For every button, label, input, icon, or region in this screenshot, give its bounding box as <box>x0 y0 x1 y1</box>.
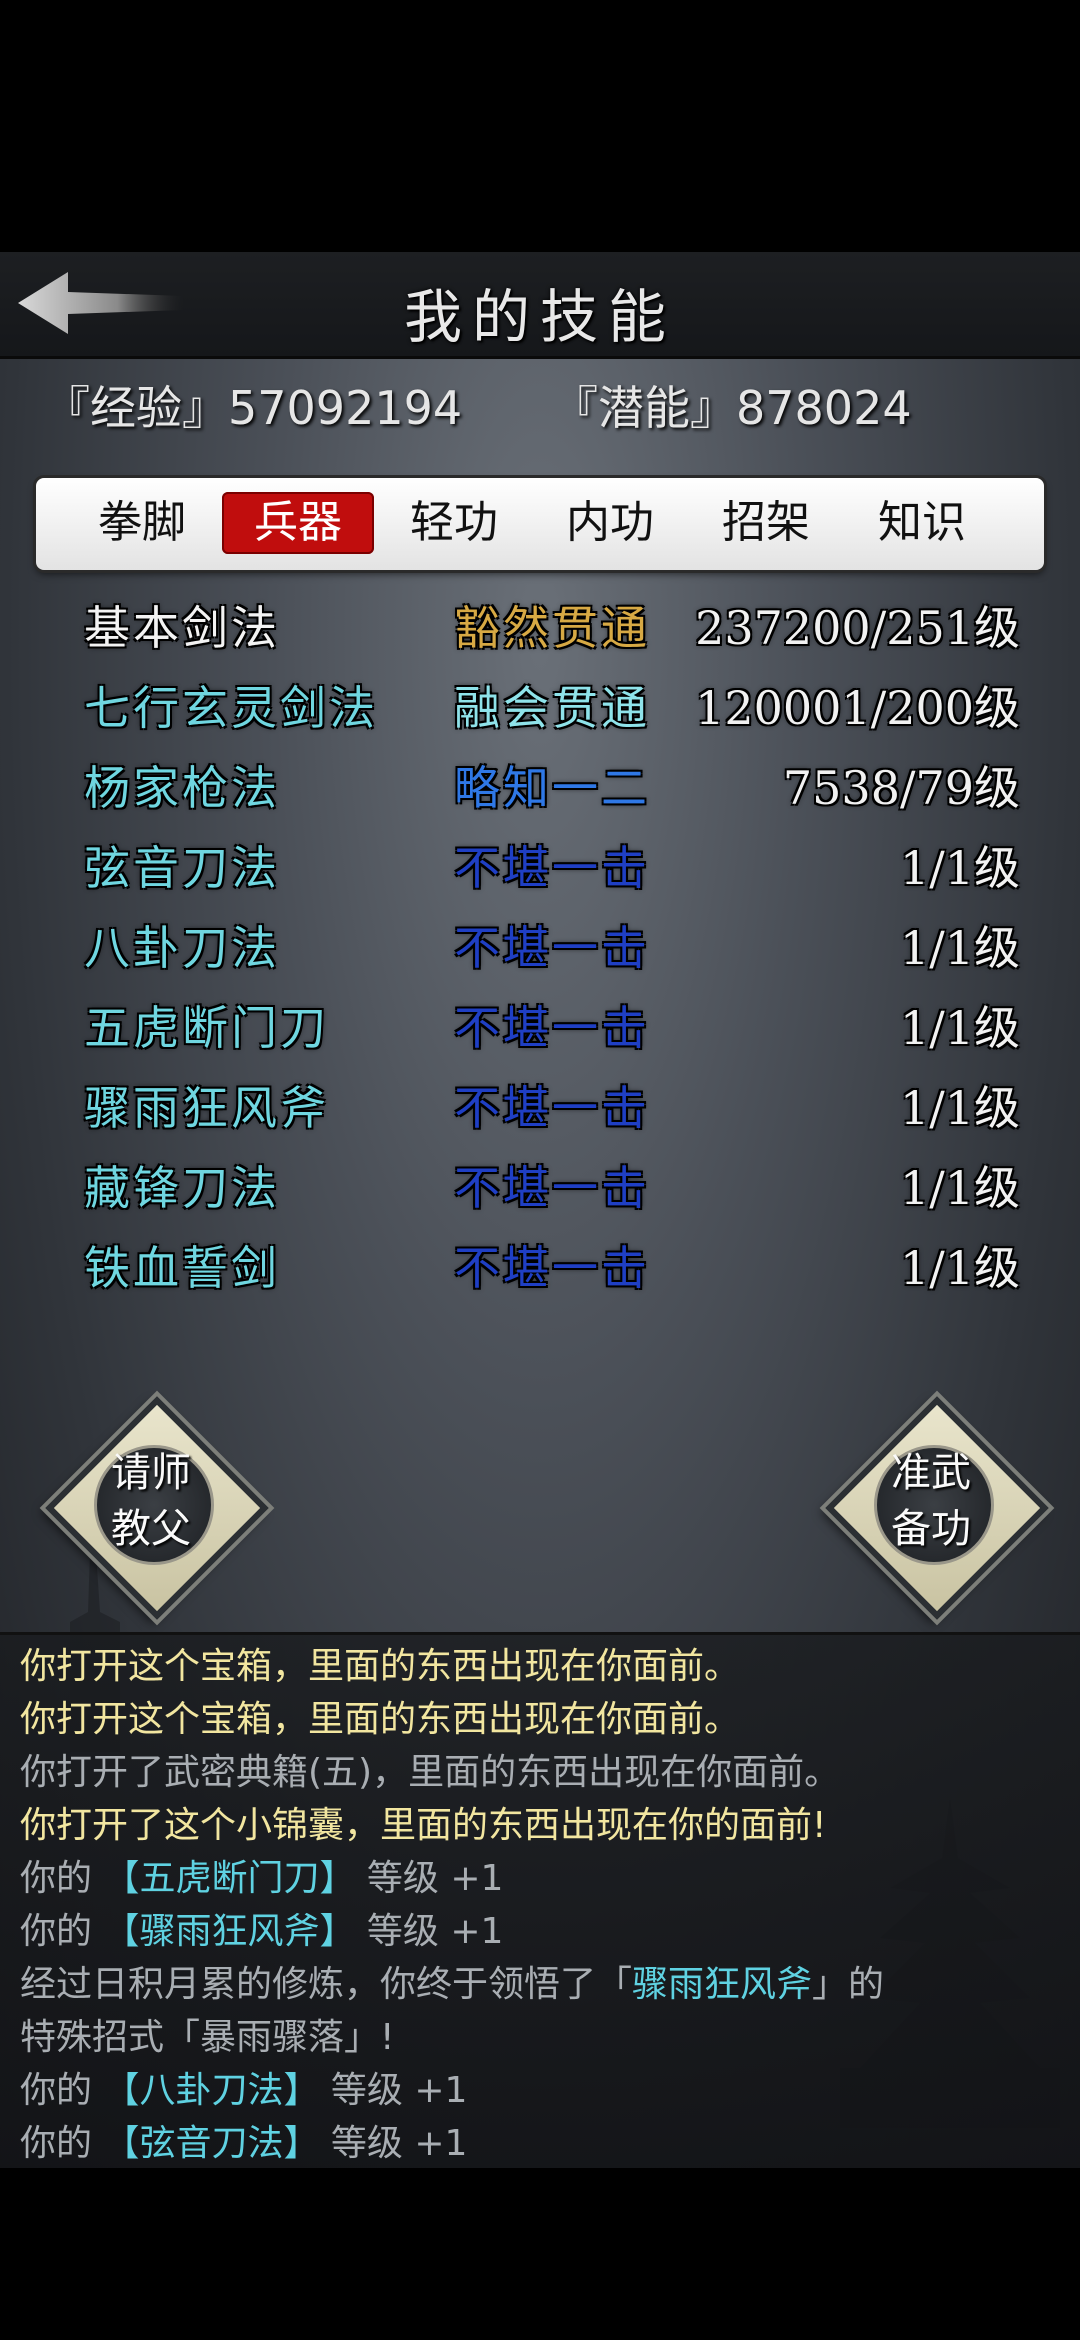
tab-weapon[interactable]: 兵器 <box>222 492 374 554</box>
header-bar: 我的技能 <box>0 252 1080 359</box>
skill-level: 1/1级 <box>899 841 1020 895</box>
log-segment: 等级 +1 <box>355 1911 504 1952</box>
log-line: 你的 【骤雨狂风斧】 等级 +1 <box>20 1906 503 1958</box>
potential-stat: 『潜能』878024 <box>552 372 912 438</box>
log-segment: 你的 <box>20 1858 104 1899</box>
skill-row[interactable]: 弦音刀法 不堪一击 1/1级 <box>0 832 1080 912</box>
game-screen: 我的技能 『经验』57092194 『潜能』878024 拳脚 兵器 轻功 内功… <box>0 252 1080 2168</box>
log-line: 你的 【五虎断门刀】 等级 +1 <box>20 1853 503 1905</box>
log-segment: 你的 <box>20 1911 104 1952</box>
skill-grade: 不堪一击 <box>454 841 650 895</box>
skill-grade: 豁然贯通 <box>454 601 650 655</box>
skill-row[interactable]: 骤雨狂风斧 不堪一击 1/1级 <box>0 1072 1080 1152</box>
log-line: 你的 【弦音刀法】 等级 +1 <box>20 2118 467 2168</box>
log-segment: 」的 <box>812 1964 885 2005</box>
ask-master-label-line1: 请师 <box>111 1450 191 1496</box>
skill-grade: 略知一二 <box>454 761 650 815</box>
exp-stat: 『经验』57092194 <box>44 372 462 438</box>
log-segment: 你打开这个宝箱，里面的东西出现在你面前。 <box>20 1699 741 1740</box>
exp-label: 『经验』 <box>44 381 228 435</box>
log-segment: 你的 <box>20 2070 104 2111</box>
skill-name: 弦音刀法 <box>84 841 280 895</box>
exp-value: 57092194 <box>228 381 463 435</box>
log-segment: 你的 <box>20 2123 104 2164</box>
log-segment: 等级 +1 <box>319 2123 468 2164</box>
log-segment: 特殊招式「暴雨骤落」! <box>20 2017 395 2058</box>
log-segment: 等级 +1 <box>355 1858 504 1899</box>
log-line: 你打开了这个小锦囊，里面的东西出现在你的面前! <box>20 1800 826 1852</box>
tab-knowledge[interactable]: 知识 <box>846 492 998 554</box>
skill-name: 杨家枪法 <box>84 761 280 815</box>
skill-level: 1/1级 <box>899 1241 1020 1295</box>
log-segment: 【弦音刀法】 <box>103 2123 320 2164</box>
tab-inner[interactable]: 内功 <box>534 492 686 554</box>
log-line: 你打开这个宝箱，里面的东西出现在你面前。 <box>20 1694 740 1746</box>
potential-label: 『潜能』 <box>552 381 736 435</box>
log-segment: 你打开这个宝箱，里面的东西出现在你面前。 <box>20 1646 741 1687</box>
skill-grade: 不堪一击 <box>454 921 650 975</box>
prepare-skill-label-line2: 备功 <box>891 1506 971 1552</box>
skill-grade: 不堪一击 <box>454 1001 650 1055</box>
potential-value: 878024 <box>736 381 912 435</box>
skill-grade: 不堪一击 <box>454 1161 650 1215</box>
log-line: 你打开这个宝箱，里面的东西出现在你面前。 <box>20 1641 740 1693</box>
skill-name: 藏锋刀法 <box>84 1161 280 1215</box>
log-segment: 骤雨狂风斧 <box>632 1964 813 2005</box>
stats-row: 『经验』57092194 『潜能』878024 <box>0 372 1080 442</box>
skill-name: 基本剑法 <box>84 601 280 655</box>
skill-level: 1/1级 <box>899 1161 1020 1215</box>
log-segment: 经过日积月累的修炼，你终于领悟了「 <box>20 1964 633 2005</box>
log-segment: 【八卦刀法】 <box>103 2070 320 2111</box>
skill-name: 铁血誓剑 <box>84 1241 280 1295</box>
log-segment: 【五虎断门刀】 <box>103 1858 356 1899</box>
skill-row[interactable]: 基本剑法 豁然贯通 237200/251级 <box>0 592 1080 672</box>
log-segment: 你打开了这个小锦囊，里面的东西出现在你的面前! <box>20 1805 827 1846</box>
skill-name: 骤雨狂风斧 <box>84 1081 329 1135</box>
skill-row[interactable]: 七行玄灵剑法 融会贯通 120001/200级 <box>0 672 1080 752</box>
log-segment: 【骤雨狂风斧】 <box>103 1911 356 1952</box>
skill-level: 1/1级 <box>899 1081 1020 1135</box>
skill-name: 七行玄灵剑法 <box>84 681 378 735</box>
skill-row[interactable]: 藏锋刀法 不堪一击 1/1级 <box>0 1152 1080 1232</box>
skill-name: 八卦刀法 <box>84 921 280 975</box>
skill-category-tabs: 拳脚 兵器 轻功 内功 招架 知识 <box>36 478 1044 570</box>
skill-row[interactable]: 八卦刀法 不堪一击 1/1级 <box>0 912 1080 992</box>
message-log[interactable]: 你打开这个宝箱，里面的东西出现在你面前。 你打开这个宝箱，里面的东西出现在你面前… <box>0 1632 1080 2168</box>
skill-level: 7538/79级 <box>782 761 1020 815</box>
skill-grade: 不堪一击 <box>454 1241 650 1295</box>
ask-master-label-line2: 教父 <box>111 1506 191 1552</box>
log-line: 特殊招式「暴雨骤落」! <box>20 2012 394 2064</box>
ask-master-label: 请师 教父 <box>46 1445 256 1557</box>
tab-fist[interactable]: 拳脚 <box>66 492 218 554</box>
log-segment: 你打开了武密典籍(五)，里面的东西出现在你面前。 <box>20 1752 841 1793</box>
log-line: 你打开了武密典籍(五)，里面的东西出现在你面前。 <box>20 1747 840 1799</box>
skill-name: 五虎断门刀 <box>84 1001 329 1055</box>
tab-lightness[interactable]: 轻功 <box>378 492 530 554</box>
skill-level: 1/1级 <box>899 1001 1020 1055</box>
skill-level: 1/1级 <box>899 921 1020 975</box>
skill-level: 237200/251级 <box>695 601 1020 655</box>
skill-row[interactable]: 杨家枪法 略知一二 7538/79级 <box>0 752 1080 832</box>
prepare-skill-button[interactable]: 准武 备功 <box>825 1396 1049 1620</box>
prepare-skill-label: 准武 备功 <box>826 1445 1036 1557</box>
log-line: 经过日积月累的修炼，你终于领悟了「骤雨狂风斧」的 <box>20 1959 884 2011</box>
skill-level: 120001/200级 <box>695 681 1020 735</box>
tab-parry[interactable]: 招架 <box>690 492 842 554</box>
log-line: 你的 【八卦刀法】 等级 +1 <box>20 2065 467 2117</box>
skill-row[interactable]: 铁血誓剑 不堪一击 1/1级 <box>0 1232 1080 1312</box>
page-title: 我的技能 <box>403 283 676 351</box>
skill-grade: 不堪一击 <box>454 1081 650 1135</box>
prepare-skill-label-line1: 准武 <box>891 1450 971 1496</box>
log-segment: 等级 +1 <box>319 2070 468 2111</box>
skill-row[interactable]: 五虎断门刀 不堪一击 1/1级 <box>0 992 1080 1072</box>
ask-master-button[interactable]: 请师 教父 <box>45 1396 269 1620</box>
skill-grade: 融会贯通 <box>454 681 650 735</box>
